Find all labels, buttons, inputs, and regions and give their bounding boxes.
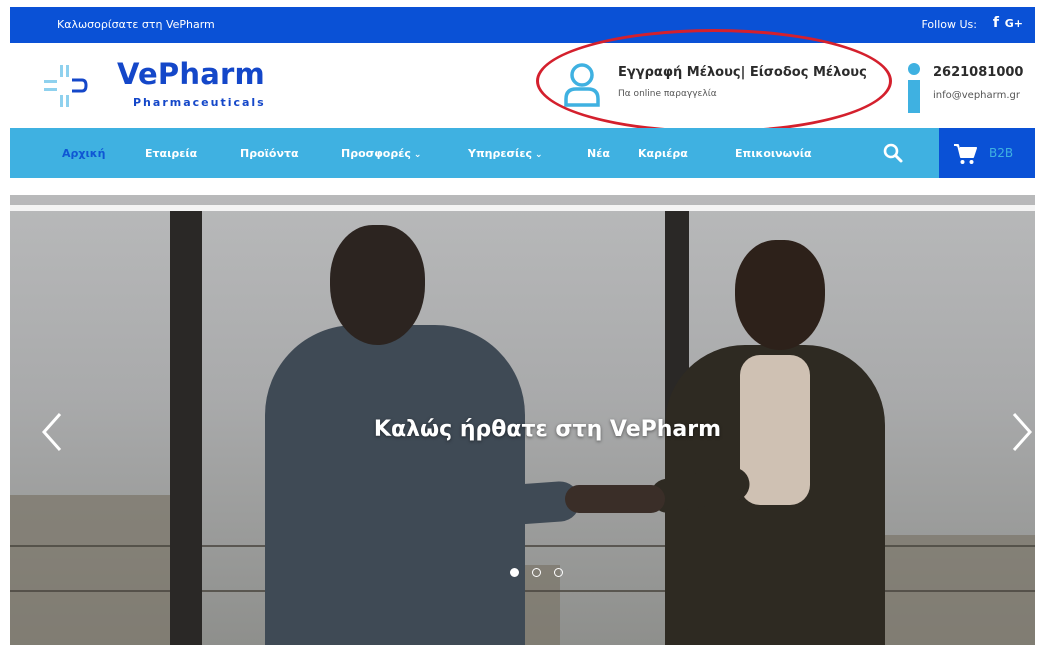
nav-item-company[interactable]: Εταιρεία bbox=[145, 147, 197, 160]
nav-item-label: Επικοινωνία bbox=[735, 147, 812, 160]
slider-dot[interactable] bbox=[532, 568, 541, 577]
nav-item-label: Αρχική bbox=[62, 147, 106, 160]
nav-item-label: Προσφορές bbox=[341, 147, 411, 160]
logo-name[interactable]: VePharm bbox=[117, 57, 265, 91]
nav-item-careers[interactable]: Καριέρα bbox=[638, 147, 688, 160]
nav-item-services[interactable]: Υπηρεσίες ⌄ bbox=[468, 147, 543, 160]
hero-title: Καλώς ήρθατε στη VePharm bbox=[373, 417, 722, 442]
slider-dot[interactable] bbox=[554, 568, 563, 577]
man-head bbox=[330, 225, 425, 345]
follow-us-label: Follow Us: bbox=[921, 18, 978, 31]
main-nav: Αρχική Εταιρεία Προϊόντα Προσφορές ⌄ Υπηρ… bbox=[10, 128, 1035, 178]
top-bar: Καλωσορίσατε στη VePharm Follow Us: f G+ bbox=[10, 7, 1035, 43]
logo-tagline: Pharmaceuticals bbox=[133, 96, 266, 109]
slider-dot[interactable] bbox=[510, 568, 519, 577]
hero-top-gap bbox=[10, 205, 1035, 211]
nav-item-label: Καριέρα bbox=[638, 147, 688, 160]
user-icon[interactable] bbox=[562, 61, 602, 107]
google-plus-icon[interactable]: G+ bbox=[1005, 17, 1023, 30]
nav-item-home[interactable]: Αρχική bbox=[62, 147, 105, 160]
chevron-down-icon: ⌄ bbox=[413, 150, 422, 160]
nav-item-news[interactable]: Νέα bbox=[587, 147, 610, 160]
logo-cross-icon[interactable] bbox=[42, 63, 88, 109]
hero-slider: Καλώς ήρθατε στη VePharm bbox=[10, 195, 1035, 645]
nav-item-label: Προϊόντα bbox=[240, 147, 299, 160]
nav-item-label: Εταιρεία bbox=[145, 147, 198, 160]
woman-head bbox=[735, 240, 825, 350]
welcome-text: Καλωσορίσατε στη VePharm bbox=[57, 18, 215, 31]
nav-item-label: Υπηρεσίες bbox=[468, 147, 532, 160]
handshake bbox=[565, 485, 665, 513]
b2b-label: B2B bbox=[989, 146, 1014, 160]
chevron-down-icon: ⌄ bbox=[535, 150, 543, 160]
slider-dots bbox=[508, 568, 568, 580]
chevron-left-icon[interactable] bbox=[38, 410, 66, 454]
info-icon bbox=[908, 63, 920, 113]
site-header: VePharm Pharmaceuticals Εγγραφή Μέλους| … bbox=[10, 43, 1035, 128]
member-register-login-link[interactable]: Εγγραφή Μέλους| Είσοδος Μέλους bbox=[618, 65, 867, 80]
online-order-subtitle: Πα online παραγγελία bbox=[618, 89, 717, 99]
phone-number[interactable]: 2621081000 bbox=[933, 65, 1023, 80]
facebook-icon[interactable]: f bbox=[993, 15, 999, 31]
cart-icon bbox=[954, 144, 977, 164]
man-figure bbox=[265, 325, 525, 645]
background-building bbox=[10, 495, 180, 645]
search-icon[interactable] bbox=[882, 142, 904, 164]
nav-item-products[interactable]: Προϊόντα bbox=[240, 147, 299, 160]
email-address[interactable]: info@vepharm.gr bbox=[933, 90, 1020, 101]
nav-item-offers[interactable]: Προσφορές ⌄ bbox=[341, 147, 421, 160]
chevron-right-icon[interactable] bbox=[1008, 410, 1035, 454]
nav-item-label: Νέα bbox=[587, 147, 610, 160]
nav-item-contact[interactable]: Επικοινωνία bbox=[735, 147, 812, 160]
b2b-cart-button[interactable]: B2B bbox=[939, 128, 1035, 178]
